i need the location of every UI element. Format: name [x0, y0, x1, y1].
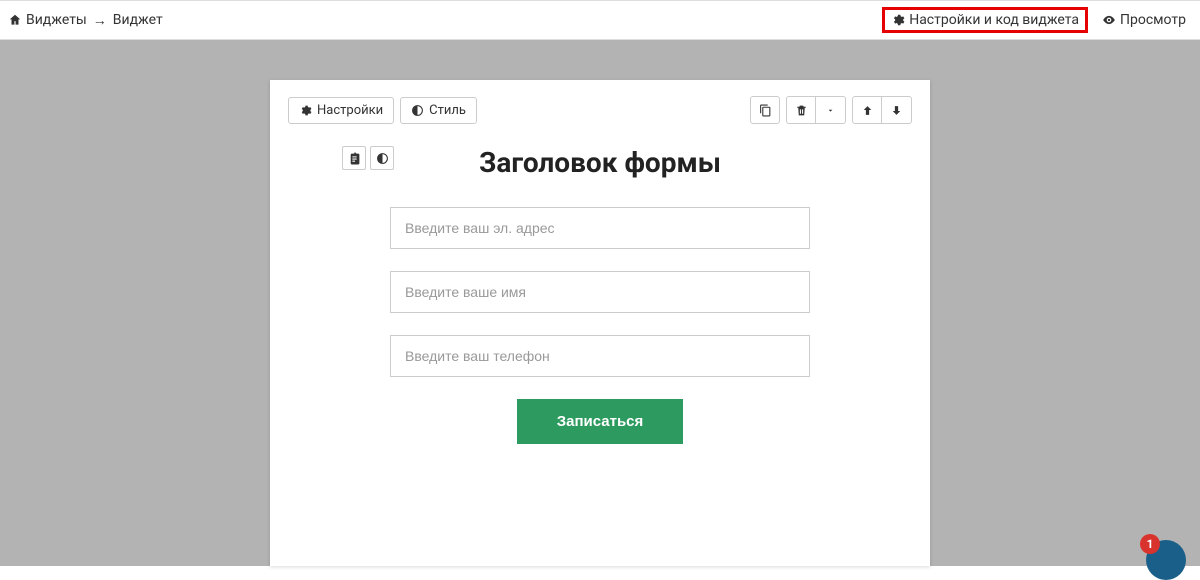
phone-input[interactable] — [390, 335, 810, 377]
caret-down-icon — [826, 106, 835, 115]
settings-and-code-button[interactable]: Настройки и код виджета — [882, 7, 1088, 33]
delete-button[interactable] — [786, 96, 816, 124]
notification-count-badge: 1 — [1140, 534, 1160, 554]
toolbar-left: Настройки Стиль — [288, 97, 477, 124]
clipboard-icon — [348, 152, 361, 165]
home-icon — [8, 13, 22, 27]
toolbar-right — [750, 96, 912, 124]
arrow-down-icon — [890, 104, 903, 117]
preview-label: Просмотр — [1120, 12, 1186, 28]
move-down-button[interactable] — [882, 96, 912, 124]
breadcrumb: Виджеты → Виджет — [8, 12, 163, 29]
block-style-button[interactable] — [370, 146, 394, 170]
breadcrumb-separator: → — [93, 12, 107, 29]
card-settings-label: Настройки — [317, 103, 383, 118]
gear-icon — [299, 104, 312, 117]
contrast-icon — [376, 152, 389, 165]
notification-widget[interactable]: 1 — [1146, 540, 1186, 580]
card-style-label: Стиль — [429, 103, 466, 118]
notification-circle-icon: 1 — [1146, 540, 1186, 580]
copy-button[interactable] — [750, 96, 780, 124]
block-settings-button[interactable] — [342, 146, 366, 170]
move-up-button[interactable] — [852, 96, 882, 124]
card-toolbar: Настройки Стиль — [288, 96, 912, 124]
breadcrumb-current: Виджет — [113, 12, 163, 28]
arrow-up-icon — [861, 104, 874, 117]
editor-stage: Настройки Стиль — [0, 40, 1200, 566]
delete-dropdown-button[interactable] — [816, 96, 846, 124]
copy-icon — [759, 104, 772, 117]
gear-icon — [891, 13, 905, 27]
eye-icon — [1102, 13, 1116, 27]
top-bar: Виджеты → Виджет Настройки и код виджета… — [0, 0, 1200, 40]
trash-icon — [795, 104, 808, 117]
email-input[interactable] — [390, 207, 810, 249]
contrast-icon — [411, 104, 424, 117]
editor-card: Настройки Стиль — [270, 80, 930, 566]
settings-and-code-label: Настройки и код виджета — [909, 12, 1079, 28]
card-settings-button[interactable]: Настройки — [288, 97, 394, 124]
breadcrumb-root[interactable]: Виджеты — [26, 12, 87, 28]
card-style-button[interactable]: Стиль — [400, 97, 477, 124]
form-title[interactable]: Заголовок формы — [348, 146, 852, 179]
topbar-right: Настройки и код виджета Просмотр — [882, 7, 1192, 33]
preview-button[interactable]: Просмотр — [1096, 8, 1192, 32]
block-side-controls — [342, 146, 394, 170]
name-input[interactable] — [390, 271, 810, 313]
form-area: Заголовок формы Записаться — [288, 146, 912, 444]
submit-button[interactable]: Записаться — [517, 399, 684, 444]
